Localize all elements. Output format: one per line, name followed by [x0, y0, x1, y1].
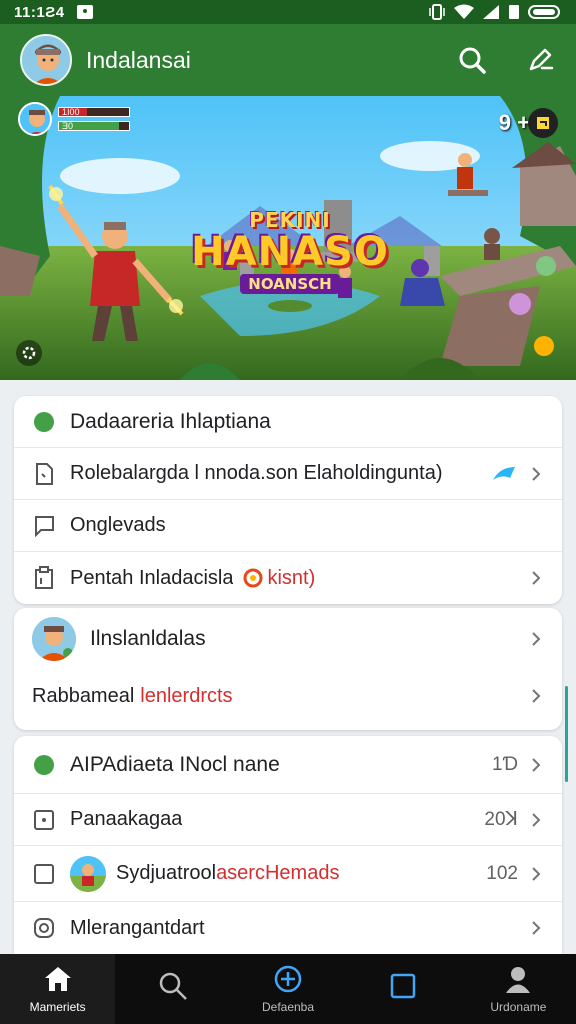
card3-row-2-prefix: Sydjuatrool [116, 862, 217, 884]
chevron-right-icon [532, 466, 541, 481]
notification-icon [76, 5, 93, 19]
card3-header[interactable]: AIPAdiaeta INocl nane 1Ɗ [14, 736, 562, 794]
checkbox-icon[interactable] [32, 862, 56, 886]
chevron-right-icon [532, 571, 541, 585]
game-logo: PEKINI HANASO NOANSCH [190, 208, 390, 294]
square-dot-icon [32, 808, 56, 832]
card1-row-1-label: Rolebalargda l nnoda.son Elaholdingunta) [70, 462, 443, 484]
status-bar: 11:1Ƨ4 [0, 0, 576, 24]
signal-icon [483, 5, 499, 19]
card3-row-1[interactable]: Panaakagaa 20ꓘ [14, 794, 562, 846]
wifi-icon [454, 4, 474, 19]
card-activity: AIPAdiaeta INocl nane 1Ɗ Panaakagaa 20ꓘ … [14, 736, 562, 954]
card3-row-2[interactable]: Sydjuatrool asercHemads 102 [14, 846, 562, 902]
search-icon [158, 971, 188, 1001]
logo-sub-text: NOANSCH [240, 274, 340, 294]
status-dot-icon [32, 410, 56, 434]
home-icon [43, 964, 73, 994]
chevron-right-icon [532, 632, 541, 646]
card3-header-value: 1Ɗ [492, 753, 518, 775]
status-dot-icon [32, 753, 56, 777]
nav-home-label: Mameriets [29, 1000, 86, 1014]
card1-header: Dadaareria Ihlaptiana [14, 396, 562, 448]
card2-row-1[interactable]: Rabbameal lenlerdrcts [14, 670, 562, 722]
logo-main-text: HANASO [191, 229, 389, 275]
scrollbar[interactable] [565, 686, 568, 782]
card1-row-2-label: Onglevads [70, 514, 166, 536]
share-icon [493, 466, 515, 480]
pen-icon [529, 48, 554, 71]
game-banner[interactable]: 1I00 Ǝ0 PEKINI HANASO NOANSCH 9 + [0, 96, 576, 380]
bottom-navigation: Mameriets Defaenba Urdoname [0, 954, 576, 1024]
document-icon [32, 462, 56, 486]
gear-icon [22, 346, 36, 360]
chevron-right-icon [532, 921, 541, 935]
card1-row-1[interactable]: Rolebalargda l nnoda.son Elaholdingunta) [14, 448, 562, 500]
status-time: 11:1Ƨ4 [14, 3, 65, 21]
game-thumbnail [70, 855, 106, 892]
clipboard-icon [32, 566, 56, 590]
nav-create-label: Defaenba [261, 1000, 315, 1014]
app-bar: Indalansai [0, 24, 576, 96]
hud-health-bar: 1I00 [58, 107, 130, 117]
card2-row-1-prefix: Rabbameal [32, 684, 135, 707]
nav-library[interactable] [346, 954, 461, 1024]
target-icon [243, 568, 263, 588]
nav-home[interactable]: Mameriets [0, 954, 116, 1024]
nav-profile[interactable]: Urdoname [461, 954, 576, 1024]
card2-row-1-highlight: lenlerdrcts [140, 684, 233, 707]
nav-profile-label: Urdoname [490, 1000, 547, 1014]
card-profile: Ilnslanldalas Rabbameal lenlerdrcts [14, 608, 562, 730]
square-icon [388, 971, 418, 1001]
sim-icon [509, 5, 519, 19]
app-title: Indalansai [86, 46, 191, 73]
target-outline-icon [32, 916, 56, 940]
hud-avatar [18, 102, 52, 136]
battery-icon [528, 5, 560, 19]
add-circle-icon [273, 964, 303, 994]
search-icon [459, 47, 486, 74]
card3-row-3-label: Mlerangantdart [70, 916, 205, 939]
chevron-right-icon [532, 812, 541, 827]
tag-icon [537, 117, 549, 129]
edit-button[interactable] [524, 44, 556, 76]
card1-row-3-highlight: kisnt) [267, 566, 316, 589]
card1-row-3[interactable]: Pentah Inladacisla kisnt) [14, 552, 562, 604]
card3-row-2-value: 102 [486, 862, 518, 884]
nav-search[interactable] [115, 954, 230, 1024]
profile-icon [503, 964, 533, 994]
chevron-right-icon [532, 757, 541, 772]
hud-energy-bar: Ǝ0 [58, 121, 130, 131]
banner-counter: 9 + [498, 110, 530, 135]
card1-row-3-label: Pentah Inladacisla [70, 566, 234, 589]
profile-avatar [32, 617, 76, 661]
card3-row-2-highlight: asercHemads [216, 862, 340, 884]
search-button[interactable] [456, 44, 488, 76]
card2-title: Ilnslanldalas [90, 627, 206, 650]
card1-row-2[interactable]: Onglevads [14, 500, 562, 552]
chevron-right-icon [532, 866, 541, 881]
chat-icon [32, 514, 56, 538]
banner-hud: 1I00 Ǝ0 [18, 102, 130, 136]
chevron-right-icon [532, 689, 541, 703]
card2-header[interactable]: Ilnslanldalas [14, 608, 562, 670]
card1-title: Dadaareria Ihlaptiana [70, 409, 271, 433]
hud-energy-text: Ǝ0 [62, 121, 74, 131]
card3-row-3[interactable]: Mlerangantdart [14, 902, 562, 954]
nav-create[interactable]: Defaenba [230, 954, 345, 1024]
vibrate-icon [429, 4, 445, 20]
banner-settings-button[interactable] [16, 340, 42, 366]
card3-title: AIPAdiaeta INocl nane [70, 752, 280, 776]
status-icons [428, 4, 562, 20]
user-avatar[interactable] [20, 34, 72, 86]
card3-row-1-value: 20ꓘ [484, 809, 518, 830]
hud-health-text: 1I00 [62, 107, 80, 117]
card3-row-1-label: Panaakagaa [70, 808, 183, 830]
banner-badge-button[interactable] [528, 108, 558, 138]
card-overview: Dadaareria Ihlaptiana Rolebalargda l nno… [14, 396, 562, 604]
